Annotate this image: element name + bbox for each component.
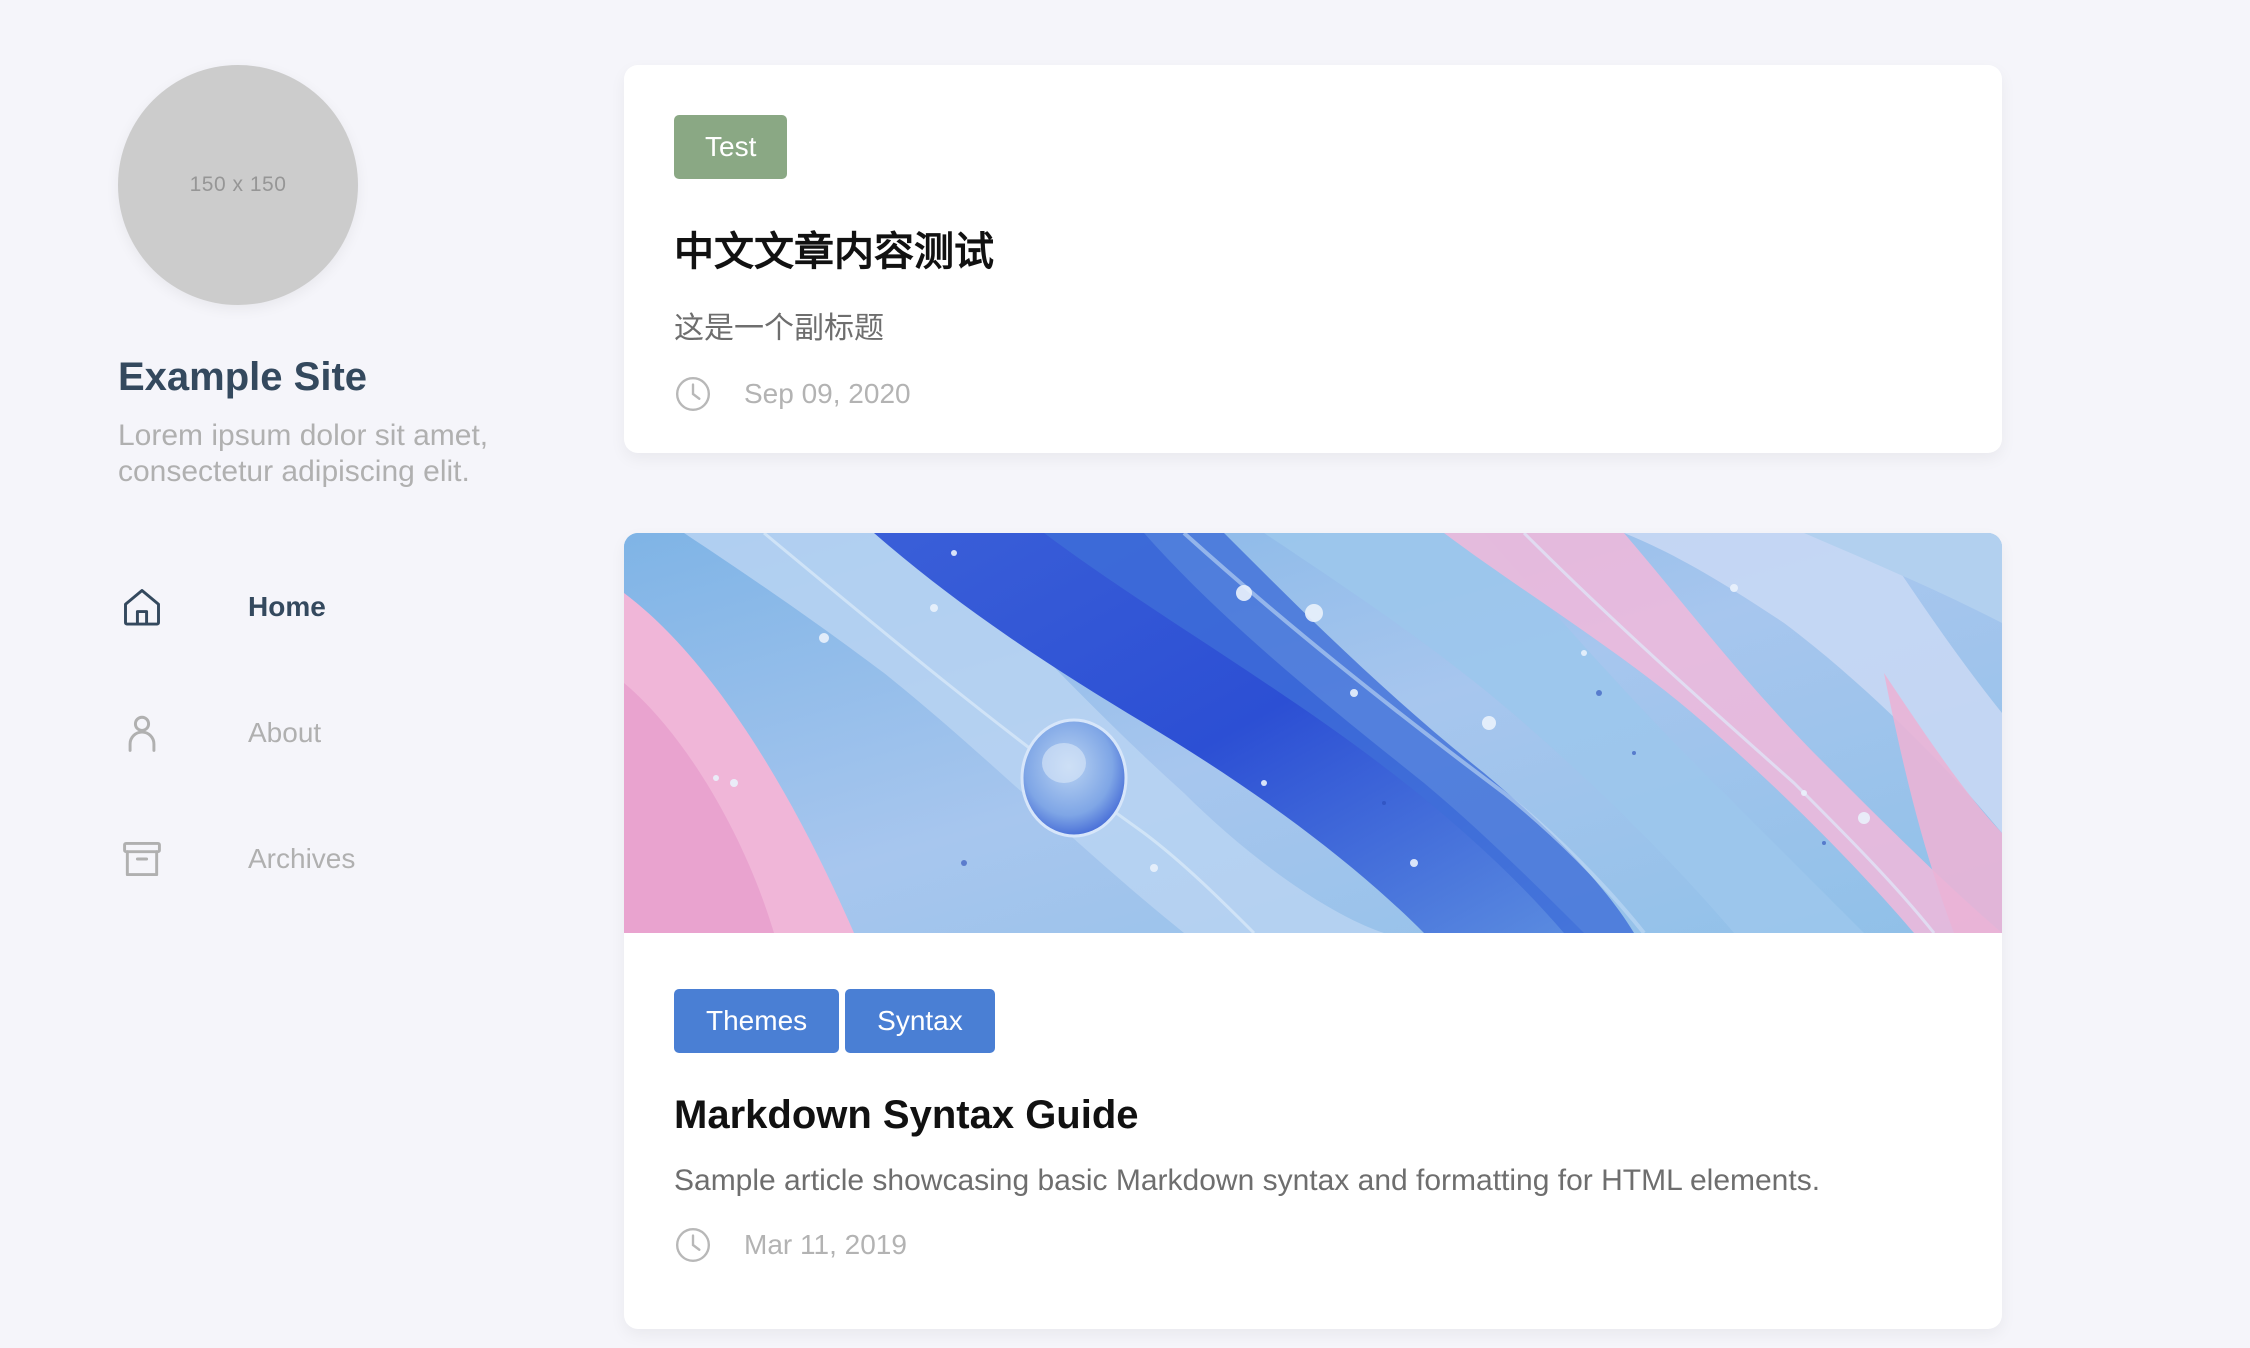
post-subtitle: 这是一个副标题 bbox=[674, 312, 884, 345]
tag-test[interactable]: Test bbox=[674, 115, 788, 179]
post-card[interactable]: Themes Syntax Markdown Syntax Guide Samp… bbox=[624, 533, 2002, 1329]
post-title[interactable]: Markdown Syntax Guide bbox=[674, 1093, 1952, 1138]
archive-icon bbox=[118, 835, 166, 883]
post-subtitle: Sample article showcasing basic Markdown… bbox=[674, 1164, 1821, 1197]
page: 150 x 150 Example Site Lorem ipsum dolor… bbox=[0, 0, 2250, 1348]
menu-item-home[interactable]: Home bbox=[118, 580, 538, 634]
home-icon bbox=[118, 583, 166, 631]
user-icon bbox=[118, 709, 166, 757]
site-description: Lorem ipsum dolor sit amet, consectetur … bbox=[118, 419, 489, 488]
abstract-fluid-art-image bbox=[624, 533, 2002, 933]
post-meta: Mar 11, 2019 bbox=[674, 1226, 1952, 1264]
tag-syntax[interactable]: Syntax bbox=[845, 989, 995, 1053]
post-date: Mar 11, 2019 bbox=[744, 1229, 907, 1260]
menu-label-home: Home bbox=[248, 591, 326, 622]
post-cover-image[interactable] bbox=[624, 533, 2002, 933]
post-date: Sep 09, 2020 bbox=[744, 378, 911, 409]
post-card[interactable]: Test 中文文章内容测试 这是一个副标题 Sep 09, 2020 bbox=[624, 65, 2002, 453]
menu-item-about[interactable]: About bbox=[118, 706, 538, 760]
post-meta: Sep 09, 2020 bbox=[674, 375, 1952, 413]
menu-label-about: About bbox=[248, 717, 322, 748]
clock-icon bbox=[675, 1227, 711, 1263]
site-title[interactable]: Example Site bbox=[118, 355, 538, 400]
avatar[interactable]: 150 x 150 bbox=[118, 65, 358, 305]
tag-themes[interactable]: Themes bbox=[674, 989, 840, 1053]
main-menu: Home About Archives bbox=[118, 580, 538, 886]
avatar-placeholder-text: 150 x 150 bbox=[189, 173, 287, 196]
clock-icon bbox=[675, 376, 711, 412]
tag-list: Themes Syntax bbox=[674, 989, 1952, 1053]
tag-list: Test bbox=[674, 115, 1952, 179]
sidebar: 150 x 150 Example Site Lorem ipsum dolor… bbox=[118, 65, 538, 958]
menu-item-archives[interactable]: Archives bbox=[118, 832, 538, 886]
menu-label-archives: Archives bbox=[248, 843, 356, 874]
post-title[interactable]: 中文文章内容测试 bbox=[674, 219, 1952, 277]
